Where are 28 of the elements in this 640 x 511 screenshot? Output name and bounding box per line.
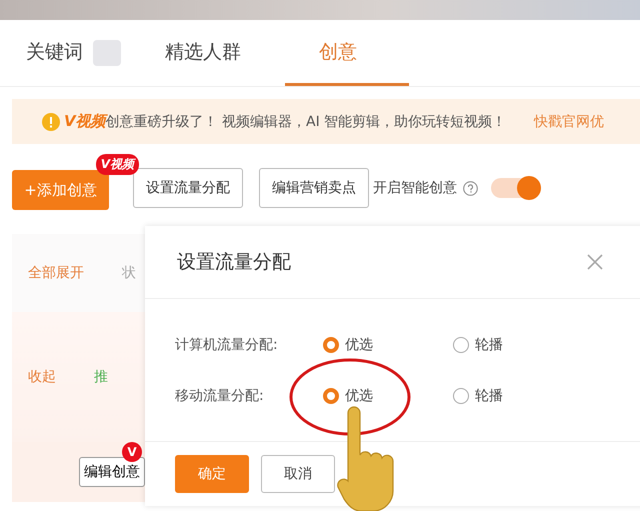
tab[interactable]: 关键词 [22, 20, 87, 86]
dialog-title: 设置流量分配 [177, 250, 291, 275]
badge: V视频 [96, 154, 139, 175]
help-icon[interactable] [463, 180, 478, 196]
badge: V [122, 442, 142, 462]
column-header: 状 [122, 264, 136, 282]
edit-creative-button[interactable]: 编辑创意 [79, 457, 145, 487]
option-label: 优选 [345, 386, 373, 404]
toggle-switch[interactable] [491, 178, 541, 198]
field-label: 移动流量分配: [175, 386, 265, 404]
radio-button[interactable] [453, 388, 469, 404]
tab[interactable]: 精选人群 [161, 20, 245, 86]
radio-button[interactable] [323, 388, 339, 404]
radio-button[interactable] [453, 336, 469, 352]
brand-label: V视频 [64, 112, 106, 131]
smart-creative-label: 开启智能创意 [373, 179, 457, 197]
notice-text: 创意重磅升级了！ 视频编辑器，AI 智能剪辑，助你玩转短视频！ [106, 112, 506, 130]
toolbar-button[interactable]: 编辑营销卖点 [259, 168, 369, 208]
option-label: 轮播 [475, 336, 503, 354]
dialog-button[interactable]: 取消 [261, 455, 335, 493]
field-label: 计算机流量分配: [175, 336, 279, 354]
close-icon[interactable] [587, 254, 603, 270]
status-text: 推 [94, 368, 108, 386]
option-label: 轮播 [475, 386, 503, 404]
option-label: 优选 [345, 336, 373, 354]
toolbar-button[interactable]: 设置流量分配 [133, 168, 243, 208]
radio-button[interactable] [323, 336, 339, 352]
warning-icon [42, 112, 60, 130]
